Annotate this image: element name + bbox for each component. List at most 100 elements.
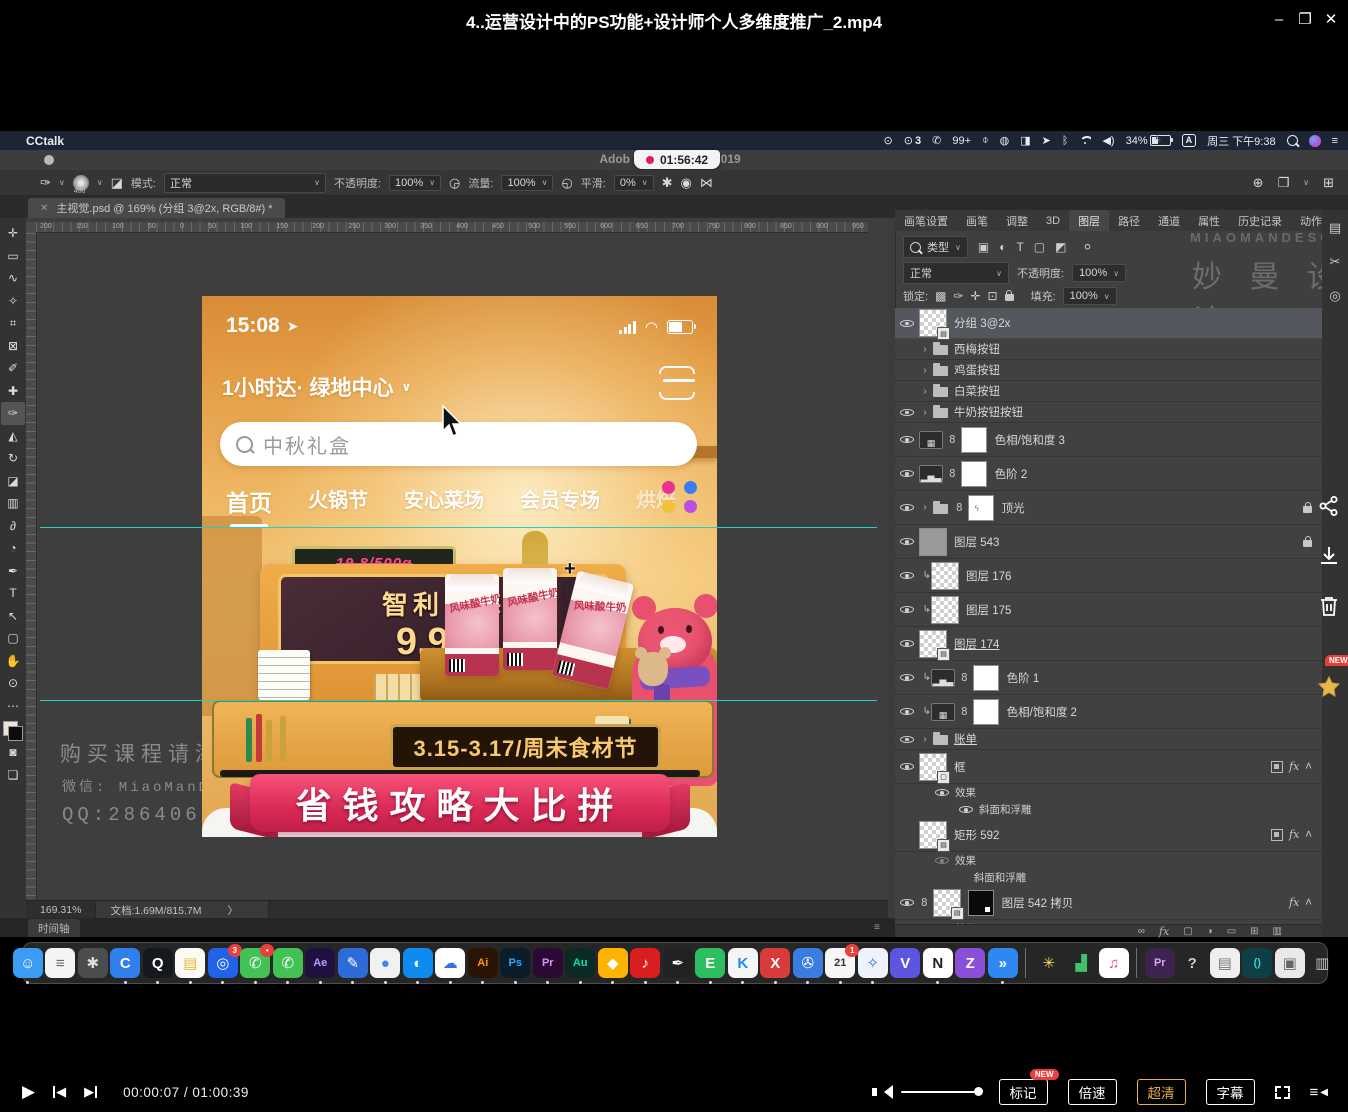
zoom-level[interactable]: 169.31%	[26, 904, 95, 916]
delivery-location[interactable]: 1小时达· 绿地中心∨	[222, 372, 411, 402]
dock-premiere-folder[interactable]: Pr	[1145, 948, 1175, 978]
lock-artboard-icon[interactable]: ⊡	[988, 289, 998, 303]
bluetooth-icon[interactable]: ᛒ	[1062, 135, 1069, 147]
tab-close-icon[interactable]: ✕	[40, 203, 48, 214]
dock-video-file[interactable]: ▣	[1275, 948, 1305, 978]
layer-row[interactable]: 8▤图层 542 拷贝fx˄	[895, 886, 1322, 920]
creative-cloud-icon[interactable]: ◎	[1329, 288, 1340, 304]
dock-tencent-classroom[interactable]: ◎3	[208, 948, 238, 978]
pressure-opacity-icon[interactable]: ◶	[449, 175, 460, 191]
layer-name[interactable]: 色相/饱和度 2	[1007, 704, 1077, 720]
layer-row[interactable]: ›牛奶按钮按钮	[895, 402, 1322, 423]
dock-cctalk[interactable]: C	[110, 948, 140, 978]
dock-trash[interactable]: ▥	[1307, 948, 1337, 978]
dock-premiere[interactable]: Pr	[533, 948, 563, 978]
lock-transparent-icon[interactable]: ▩	[935, 289, 946, 303]
move-tool[interactable]: ✛	[1, 222, 25, 245]
dock-notion[interactable]: N	[923, 948, 953, 978]
layer-thumbnail[interactable]: ▤	[919, 309, 947, 337]
video-button-倍速[interactable]: 倍速	[1068, 1079, 1117, 1105]
more-tools[interactable]: ⋯	[1, 695, 25, 718]
dock-dingtalk[interactable]: »	[988, 948, 1018, 978]
video-button-字幕[interactable]: 字幕	[1206, 1079, 1255, 1105]
share-panel-icon[interactable]: ⊞	[1323, 175, 1334, 191]
hand-tool[interactable]: ✋	[1, 650, 25, 673]
dock-z-app[interactable]: Z	[955, 948, 985, 978]
input-source-icon[interactable]: A	[1182, 134, 1197, 147]
quick-selection-tool[interactable]: ✧	[1, 290, 25, 313]
wifi-icon[interactable]	[1079, 136, 1091, 145]
panel-tab-历史记录[interactable]: 历史记录	[1229, 210, 1291, 231]
panel-tab-通道[interactable]: 通道	[1149, 210, 1189, 231]
search-icon[interactable]: ⊕	[1253, 175, 1264, 191]
pin-icon[interactable]	[1310, 668, 1348, 706]
eye-icon[interactable]	[900, 434, 914, 446]
layer-row[interactable]: ▤分组 3@2x	[895, 308, 1322, 339]
new-group-icon[interactable]: ▭	[1227, 926, 1236, 937]
dock-safari[interactable]: ✧	[858, 948, 888, 978]
layer-mask[interactable]	[973, 699, 999, 725]
dock-photoshop[interactable]: Ps	[500, 948, 530, 978]
blend-mode-select[interactable]: 正常∨	[903, 262, 1009, 284]
shape-tool[interactable]: ▢	[1, 627, 25, 650]
ps-window-dot[interactable]	[44, 155, 54, 165]
airdrop-icon[interactable]: ➤	[1042, 134, 1051, 147]
dock-after-effects[interactable]: Ae	[305, 948, 335, 978]
layer-mask[interactable]	[968, 890, 994, 916]
clone-stamp-tool[interactable]: ◭	[1, 425, 25, 448]
spotlight-icon[interactable]	[1287, 135, 1298, 146]
lasso-tool[interactable]: ∿	[1, 267, 25, 290]
zoom-tool[interactable]: ⊙	[1, 672, 25, 695]
volume-icon[interactable]: ◀)	[1102, 134, 1114, 147]
filter-toggle-icon[interactable]: ⚪	[1082, 240, 1092, 254]
layer-thumbnail[interactable]	[931, 562, 959, 590]
new-layer-icon[interactable]: ⊞	[1250, 926, 1258, 937]
type-tool[interactable]: T	[1, 582, 25, 605]
brush-tool-icon[interactable]: ✑	[40, 175, 51, 191]
share-icon[interactable]	[1310, 487, 1348, 525]
minimize-button[interactable]: –	[1266, 0, 1292, 40]
screenshot-icon[interactable]: ◨	[1020, 134, 1030, 147]
playlist-icon[interactable]: ≡◀	[1310, 1084, 1328, 1101]
dock-calendar[interactable]: 211	[825, 948, 855, 978]
layer-name[interactable]: 西梅按钮	[954, 341, 1000, 357]
layer-row[interactable]: ↲▂▅▃8色阶 1	[895, 661, 1322, 695]
eye-icon[interactable]	[900, 502, 914, 514]
layer-thumbnail[interactable]	[919, 528, 947, 556]
dock-keynote[interactable]: K	[728, 948, 758, 978]
download-icon[interactable]	[1310, 537, 1348, 575]
eye-icon[interactable]	[900, 536, 914, 548]
layer-thumbnail[interactable]	[931, 596, 959, 624]
layer-effect-row[interactable]: 斜面和浮雕	[895, 801, 1322, 818]
play-button[interactable]: ▶	[22, 1082, 35, 1102]
eye-icon[interactable]	[959, 804, 973, 816]
filter-type-select[interactable]: 类型∨	[903, 236, 968, 258]
volume-slider[interactable]	[901, 1091, 979, 1094]
nav-tab-安心菜场[interactable]: 安心菜场	[404, 484, 484, 518]
message-badge[interactable]: 99+	[952, 135, 971, 147]
layer-thumbnail[interactable]: ▤	[919, 630, 947, 658]
nav-tab-会员专场[interactable]: 会员专场	[520, 484, 600, 518]
history-brush-tool[interactable]: ↻	[1, 447, 25, 470]
fullscreen-icon[interactable]	[1275, 1086, 1290, 1099]
eye-icon[interactable]	[900, 570, 914, 582]
filter-smart-icon[interactable]: ◩	[1055, 240, 1066, 254]
frame-tool[interactable]: ⊠	[1, 335, 25, 358]
dock-unknown-file[interactable]: ?	[1177, 948, 1207, 978]
flow-select[interactable]: 100%∨	[501, 175, 553, 191]
filter-adjustment-icon[interactable]: ◐	[999, 240, 1006, 254]
layer-thumbnail[interactable]: ▢	[919, 753, 947, 781]
panel-tab-路径[interactable]: 路径	[1109, 210, 1149, 231]
cut-panel-icon[interactable]: ✂	[1330, 254, 1341, 270]
video-button-超清[interactable]: 超清	[1137, 1079, 1186, 1105]
quick-mask-icon[interactable]: ◙	[1, 741, 25, 764]
lock-move-icon[interactable]: ✛	[970, 289, 980, 303]
dock-finder[interactable]: ☺	[13, 948, 43, 978]
screen-mode-icon[interactable]: ❏	[1, 764, 25, 787]
dock-notes[interactable]: ▤	[175, 948, 205, 978]
eyedropper-tool[interactable]: ✐	[1, 357, 25, 380]
toggle-panel-icon[interactable]: ◪	[111, 175, 123, 191]
dock-system-preferences[interactable]: ✱	[78, 948, 108, 978]
fx-badge[interactable]: fx	[1289, 760, 1299, 773]
previous-button[interactable]: ◀	[53, 1084, 66, 1100]
